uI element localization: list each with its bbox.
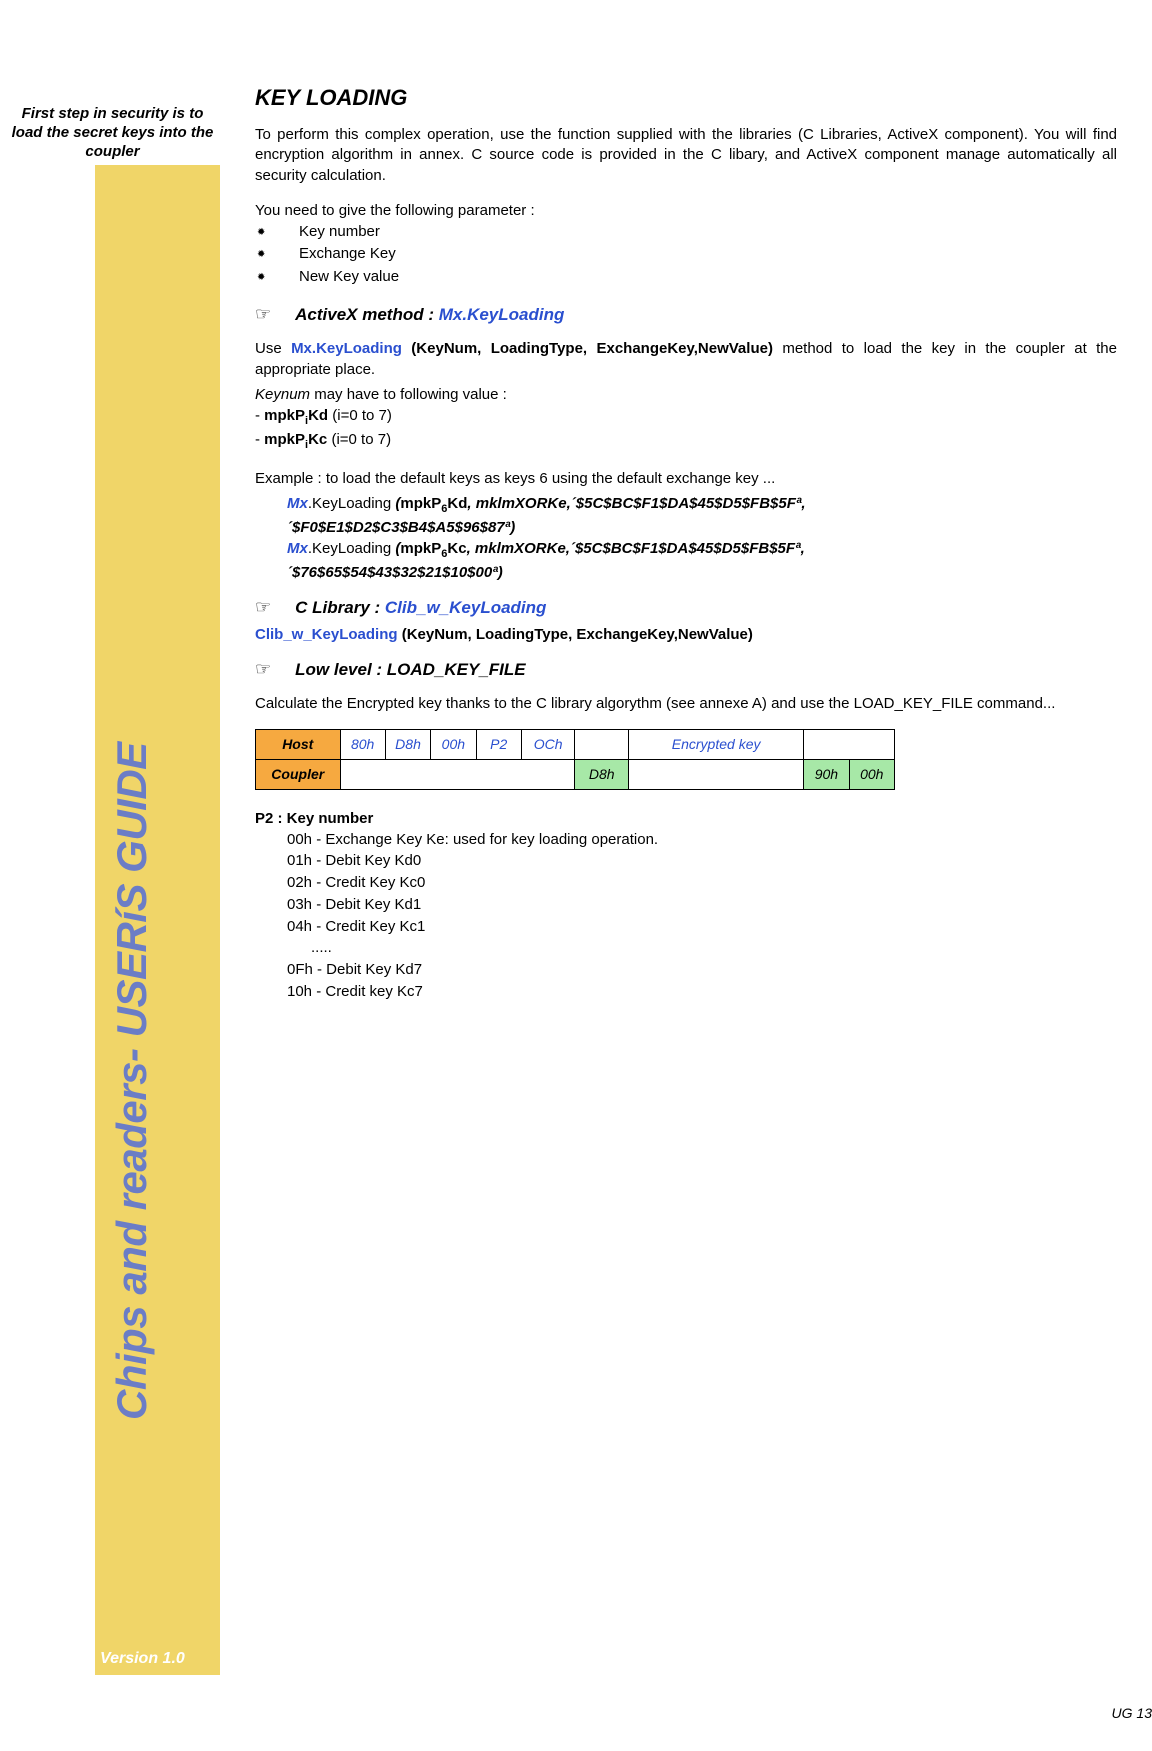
kc-range: (i=0 to 7) — [327, 431, 391, 448]
intro-paragraph-2: You need to give the following parameter… — [255, 200, 1117, 221]
kd-range: (i=0 to 7) — [328, 407, 392, 424]
activex-heading: ☞ ActiveX method : Mx.KeyLoading — [255, 304, 1117, 325]
cell: 00h — [849, 759, 894, 789]
p2-line: 0Fh - Debit Key Kd7 — [287, 959, 1117, 981]
cell — [575, 729, 629, 759]
cell: P2 — [476, 729, 521, 759]
cell: D8h — [385, 729, 430, 759]
dash: - — [255, 431, 264, 448]
activex-heading-text: ActiveX method : Mx.KeyLoading — [295, 305, 564, 325]
main-content: KEY LOADING To perform this complex oper… — [220, 0, 1152, 1751]
lowlevel-desc: Calculate the Encrypted key thanks to th… — [255, 694, 1117, 714]
p2-title: P2 : Key number — [255, 810, 1117, 827]
cell: 80h — [340, 729, 385, 759]
keynum-suffix: may have to following value : — [310, 386, 507, 403]
table-row: Coupler D8h 90h 00h — [256, 759, 895, 789]
cell-empty — [340, 759, 575, 789]
activex-method: Mx.KeyLoading — [439, 305, 565, 324]
pointer-icon: ☞ — [255, 304, 271, 325]
cell-empty — [629, 759, 804, 789]
clib-sig: Clib_w_KeyLoading (KeyNum, LoadingType, … — [255, 624, 1117, 645]
pointer-icon: ☞ — [255, 597, 271, 618]
intro-paragraph-1: To perform this complex operation, use t… — [255, 125, 1117, 186]
clib-method: Clib_w_KeyLoading — [385, 598, 547, 617]
activex-label-prefix: ActiveX method : — [295, 305, 439, 324]
sidebar: First step in security is to load the se… — [0, 0, 220, 1751]
cell: D8h — [575, 759, 629, 789]
kd-code: mpkPiKd — [264, 407, 328, 424]
p2-dots: ..... — [287, 937, 1117, 959]
page-title: KEY LOADING — [255, 85, 1117, 111]
p2-line: 02h - Credit Key Kc0 — [287, 872, 1117, 894]
command-table: Host 80h D8h 00h P2 OCh Encrypted key Co… — [255, 729, 895, 790]
host-label: Host — [256, 729, 341, 759]
clib-heading: ☞ C Library : Clib_w_KeyLoading — [255, 597, 1117, 618]
cell: Encrypted key — [629, 729, 804, 759]
keynum-italic: Keynum — [255, 386, 310, 403]
sidebar-note: First step in security is to load the se… — [10, 105, 215, 161]
bullet-item: Exchange Key — [255, 243, 1117, 266]
kc-line: - mpkPiKc (i=0 to 7) — [255, 429, 1117, 453]
p2-line: 04h - Credit Key Kc1 — [287, 916, 1117, 938]
param-bullets: Key number Exchange Key New Key value — [255, 221, 1117, 289]
bullet-item: Key number — [255, 221, 1117, 244]
kc-code: mpkPiKc — [264, 431, 327, 448]
cell: OCh — [521, 729, 575, 759]
dash: - — [255, 407, 264, 424]
cell: 90h — [804, 759, 849, 789]
p2-lines: 00h - Exchange Key Ke: used for key load… — [255, 829, 1117, 1003]
p2-line: 10h - Credit key Kc7 — [287, 981, 1117, 1003]
use-method: Mx.KeyLoading — [291, 340, 402, 357]
coupler-label: Coupler — [256, 759, 341, 789]
sidebar-vertical-title: Chips and readers- USERíS GUIDE — [108, 742, 156, 1420]
clib-heading-text: C Library : Clib_w_KeyLoading — [295, 598, 546, 618]
p2-line: 00h - Exchange Key Ke: used for key load… — [287, 829, 1117, 851]
example-line: Example : to load the default keys as ke… — [255, 468, 1117, 489]
version-label: Version 1.0 — [100, 1650, 185, 1668]
lowlevel-heading-text: Low level : LOAD_KEY_FILE — [295, 660, 526, 680]
activex-use-line: Use Mx.KeyLoading (KeyNum, LoadingType, … — [255, 339, 1117, 380]
lowlevel-heading: ☞ Low level : LOAD_KEY_FILE — [255, 659, 1117, 680]
page-number: UG 13 — [1112, 1705, 1152, 1721]
table-row: Host 80h D8h 00h P2 OCh Encrypted key — [256, 729, 895, 759]
kd-line: - mpkPiKd (i=0 to 7) — [255, 405, 1117, 429]
code-example-1: Mx.KeyLoading (mpkP6Kd, mklmXORKe,´$5C$B… — [287, 493, 1117, 584]
cell — [804, 729, 895, 759]
pointer-icon: ☞ — [255, 659, 271, 680]
use-sig: (KeyNum, LoadingType, ExchangeKey,NewVal… — [402, 340, 773, 357]
use-prefix: Use — [255, 340, 291, 357]
cell: 00h — [431, 729, 476, 759]
p2-line: 01h - Debit Key Kd0 — [287, 850, 1117, 872]
bullet-item: New Key value — [255, 266, 1117, 289]
keynum-line: Keynum may have to following value : — [255, 384, 1117, 405]
clib-label-prefix: C Library : — [295, 598, 385, 617]
p2-line: 03h - Debit Key Kd1 — [287, 894, 1117, 916]
